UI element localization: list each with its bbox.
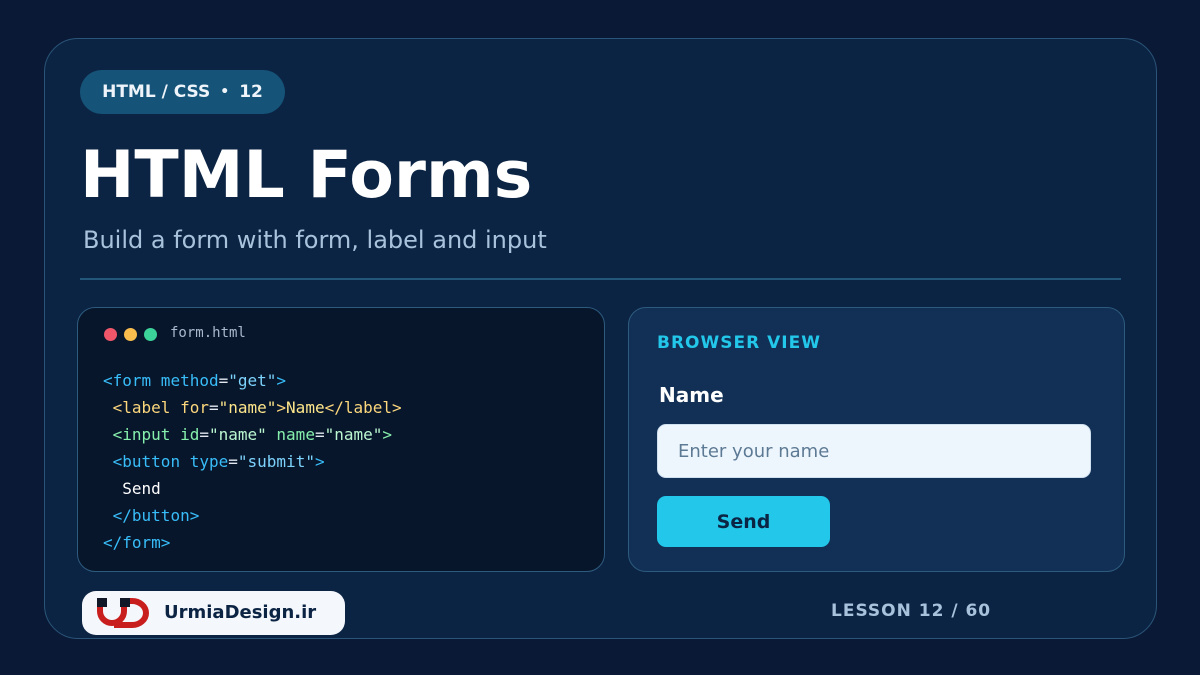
code-token: </label> (324, 398, 402, 417)
code-token: name (266, 425, 315, 444)
code-token: </button> (112, 506, 200, 525)
code-token: = (199, 425, 209, 444)
code-token: "name" (324, 425, 383, 444)
code-block: <form method="get"> <label for="name">Na… (103, 367, 402, 556)
name-label: Name (659, 383, 724, 407)
code-token: id (170, 425, 200, 444)
window-controls (104, 328, 157, 341)
code-token: = (228, 452, 238, 471)
code-token: <input (112, 425, 171, 444)
code-token: "name" (218, 398, 277, 417)
code-line: </button> (103, 502, 402, 529)
code-line: <button type="submit"> (103, 448, 402, 475)
code-filename: form.html (170, 325, 246, 341)
close-dot-icon (104, 328, 117, 341)
maximize-dot-icon (144, 328, 157, 341)
badge-separator: • (220, 84, 230, 100)
code-editor-panel: form.html <form method="get"> <label for… (77, 307, 605, 572)
browser-view-panel: BROWSER VIEW Name Send (628, 307, 1125, 572)
name-input[interactable] (657, 424, 1091, 478)
badge-lesson-number: 12 (239, 82, 263, 102)
code-token: = (314, 425, 325, 444)
code-token: type (180, 452, 229, 471)
code-token: Name (286, 398, 325, 417)
topic-badge: HTML / CSS • 12 (80, 70, 285, 114)
browser-view-heading: BROWSER VIEW (657, 333, 821, 353)
code-line: Send (103, 475, 402, 502)
lesson-progress: LESSON 12 / 60 (831, 601, 992, 621)
brand-badge: UrmiaDesign.ir (82, 591, 345, 635)
code-token: <form (103, 371, 152, 390)
code-token: for (170, 398, 209, 417)
code-token: = (208, 398, 219, 417)
code-token: </form> (103, 533, 171, 552)
code-line: <form method="get"> (103, 367, 402, 394)
minimize-dot-icon (124, 328, 137, 341)
code-token: method (151, 371, 219, 390)
page-subtitle: Build a form with form, label and input (83, 226, 547, 254)
code-token: > (382, 425, 393, 444)
header-divider (80, 278, 1121, 280)
topic-label: HTML / CSS (102, 82, 211, 102)
urmiadesign-logo (97, 598, 149, 628)
code-token: Send (122, 479, 161, 498)
brand-name: UrmiaDesign.ir (164, 602, 317, 623)
code-line: <label for="name">Name</label> (103, 394, 402, 421)
code-token: > (276, 398, 287, 417)
code-token: <label (112, 398, 171, 417)
code-token: > (314, 452, 325, 471)
code-token: <button (112, 452, 181, 471)
code-token: "name" (208, 425, 267, 444)
code-token: "submit" (237, 452, 315, 471)
send-button[interactable]: Send (657, 496, 830, 547)
code-token: > (276, 371, 287, 390)
code-token: "get" (228, 371, 277, 390)
code-line: <input id="name" name="name"> (103, 421, 402, 448)
code-token: = (218, 371, 229, 390)
code-line: </form> (103, 529, 402, 556)
page-title: HTML Forms (80, 138, 533, 213)
